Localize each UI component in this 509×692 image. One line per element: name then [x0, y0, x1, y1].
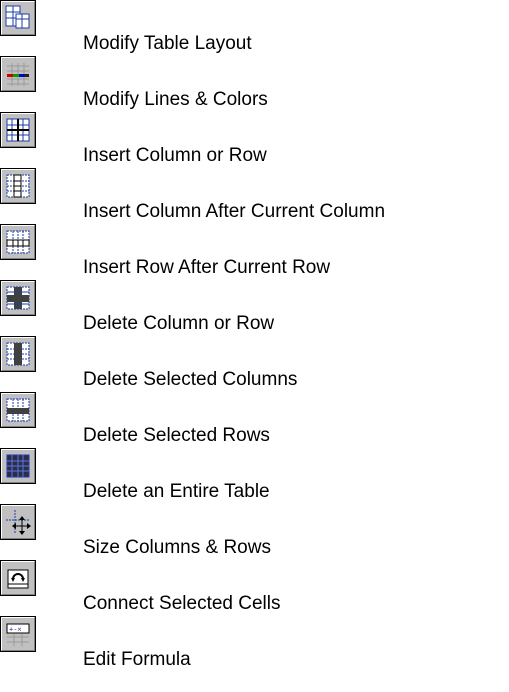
command-row-connect-selected-cells: Connect Selected Cells: [0, 560, 509, 616]
command-row-modify-table-layout: Modify Table Layout: [0, 0, 509, 56]
connect-selected-cells-button[interactable]: [0, 560, 36, 596]
command-label: Size Columns & Rows: [83, 537, 271, 558]
insert-column-or-row-button[interactable]: [0, 112, 36, 148]
command-row-insert-row-after: Insert Row After Current Row: [0, 224, 509, 280]
command-label: Delete Selected Rows: [83, 425, 270, 446]
size-columns-rows-button[interactable]: [0, 504, 36, 540]
modify-table-layout-button[interactable]: [0, 0, 36, 36]
command-label: Delete Selected Columns: [83, 369, 298, 390]
command-row-edit-formula: +-× Edit Formula: [0, 616, 509, 672]
insert-row-after-button[interactable]: [0, 224, 36, 260]
command-row-modify-lines-colors: Modify Lines & Colors: [0, 56, 509, 112]
command-label: Insert Row After Current Row: [83, 257, 331, 278]
command-row-delete-entire-table: Delete an Entire Table: [0, 448, 509, 504]
delete-column-or-row-button[interactable]: [0, 280, 36, 316]
delete-entire-table-button[interactable]: [0, 448, 36, 484]
command-label: Delete an Entire Table: [83, 481, 270, 502]
command-label: Insert Column After Current Column: [83, 201, 386, 222]
edit-formula-button[interactable]: +-×: [0, 616, 36, 652]
command-row-insert-column-after: Insert Column After Current Column: [0, 168, 509, 224]
command-label: Delete Column or Row: [83, 313, 275, 334]
command-label: Edit Formula: [83, 649, 191, 670]
command-row-insert-column-or-row: Insert Column or Row: [0, 112, 509, 168]
modify-lines-colors-button[interactable]: [0, 56, 36, 92]
insert-column-after-button[interactable]: [0, 168, 36, 204]
command-row-delete-selected-rows: Delete Selected Rows: [0, 392, 509, 448]
command-label: Modify Table Layout: [83, 33, 252, 54]
command-label: Connect Selected Cells: [83, 593, 281, 614]
command-row-delete-selected-columns: Delete Selected Columns: [0, 336, 509, 392]
command-label: Insert Column or Row: [83, 145, 267, 166]
command-row-delete-column-or-row: Delete Column or Row: [0, 280, 509, 336]
table-commands-list: Modify Table Layout Modify Lines & Color…: [0, 0, 509, 692]
command-label: Modify Lines & Colors: [83, 89, 268, 110]
svg-text:+-×: +-×: [9, 626, 22, 634]
delete-selected-columns-button[interactable]: [0, 336, 36, 372]
delete-selected-rows-button[interactable]: [0, 392, 36, 428]
command-row-size-columns-rows: Size Columns & Rows: [0, 504, 509, 560]
